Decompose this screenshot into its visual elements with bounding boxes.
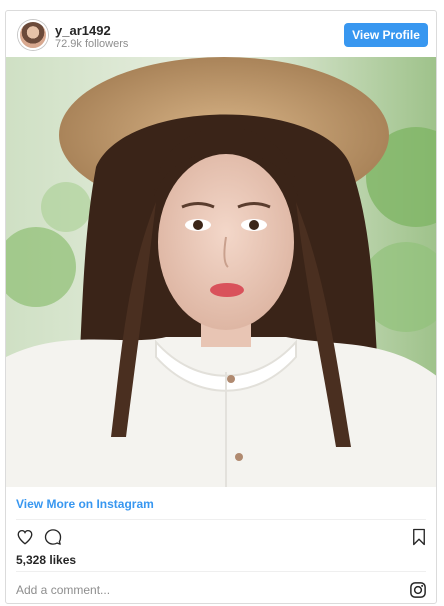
- comment-icon[interactable]: [44, 528, 62, 546]
- like-count: 5,328 likes: [16, 553, 77, 567]
- view-profile-button[interactable]: View Profile: [344, 23, 428, 47]
- add-comment-field[interactable]: Add a comment...: [16, 583, 110, 597]
- instagram-icon[interactable]: [409, 581, 427, 599]
- divider: [16, 519, 426, 520]
- post-photo[interactable]: [6, 57, 436, 487]
- bookmark-icon[interactable]: [412, 528, 426, 546]
- view-more-on-instagram-link[interactable]: View More on Instagram: [16, 497, 154, 511]
- post-photo-image: [6, 57, 436, 487]
- heart-icon[interactable]: [16, 528, 34, 546]
- instagram-embed-card: y_ar1492 72.9k followers View Profile Vi…: [5, 10, 437, 604]
- divider: [16, 571, 426, 572]
- post-header: y_ar1492 72.9k followers View Profile: [6, 11, 436, 57]
- username[interactable]: y_ar1492: [55, 23, 111, 38]
- follower-count: 72.9k followers: [55, 38, 129, 50]
- avatar[interactable]: [18, 20, 48, 50]
